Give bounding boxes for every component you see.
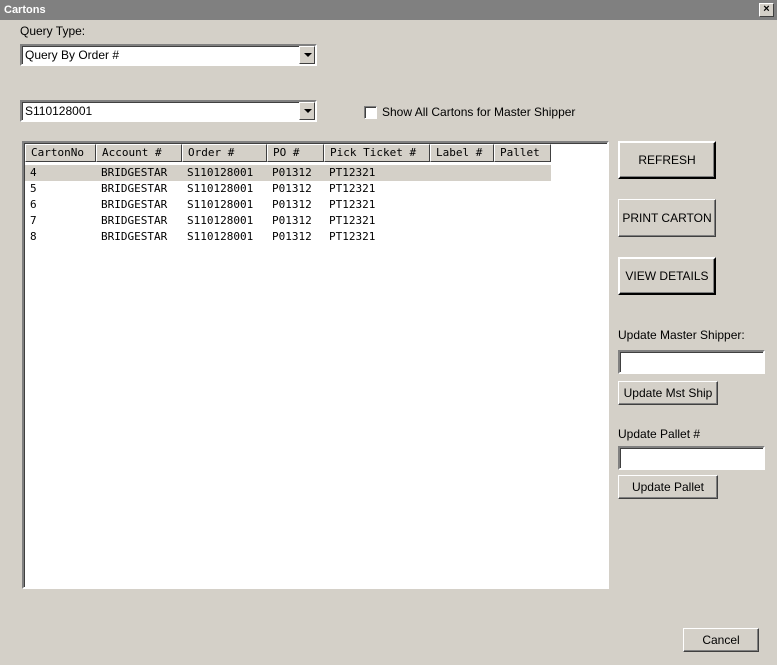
- window-titlebar: Cartons ×: [0, 0, 777, 20]
- cell-account: BRIDGESTAR: [101, 166, 168, 179]
- grid-header: CartonNo Account # Order # PO # Pick Tic…: [25, 144, 551, 162]
- cell-order: S110128001: [187, 182, 254, 195]
- query-type-select[interactable]: Query By Order #: [20, 44, 317, 66]
- col-header-label[interactable]: Label #: [430, 144, 494, 162]
- table-row[interactable]: 6 BRIDGESTAR S110128001 P01312 PT12321: [25, 197, 551, 213]
- cell-cartonno: 4: [30, 166, 37, 179]
- master-shipper-input[interactable]: [618, 350, 765, 374]
- update-mst-ship-button[interactable]: Update Mst Ship: [618, 381, 718, 405]
- cell-pick-ticket: PT12321: [329, 198, 376, 211]
- cartons-grid[interactable]: CartonNo Account # Order # PO # Pick Tic…: [22, 141, 609, 589]
- refresh-button[interactable]: REFRESH: [618, 141, 716, 179]
- col-header-pick-ticket[interactable]: Pick Ticket #: [324, 144, 430, 162]
- cell-account: BRIDGESTAR: [101, 198, 168, 211]
- view-details-button[interactable]: VIEW DETAILS: [618, 257, 716, 295]
- table-row[interactable]: 5 BRIDGESTAR S110128001 P01312 PT12321: [25, 181, 551, 197]
- cell-cartonno: 8: [30, 230, 37, 243]
- cell-pallet: [494, 181, 551, 197]
- cell-po: P01312: [272, 166, 312, 179]
- pallet-input[interactable]: [618, 446, 765, 470]
- show-all-checkbox[interactable]: [364, 106, 377, 119]
- order-value: S110128001: [25, 104, 93, 118]
- cell-po: P01312: [272, 214, 312, 227]
- window-title: Cartons: [4, 4, 46, 16]
- show-all-label[interactable]: Show All Cartons for Master Shipper: [382, 105, 575, 119]
- col-header-po[interactable]: PO #: [267, 144, 324, 162]
- cell-order: S110128001: [187, 230, 254, 243]
- cell-order: S110128001: [187, 198, 254, 211]
- cell-pick-ticket: PT12321: [329, 230, 376, 243]
- col-header-pallet[interactable]: Pallet: [494, 144, 551, 162]
- col-header-cartonno[interactable]: CartonNo: [25, 144, 96, 162]
- query-type-label: Query Type:: [20, 24, 86, 38]
- col-header-order[interactable]: Order #: [182, 144, 267, 162]
- cell-cartonno: 7: [30, 214, 37, 227]
- cell-label: [430, 165, 494, 181]
- chevron-down-icon[interactable]: [299, 102, 315, 120]
- query-type-value: Query By Order #: [25, 48, 120, 62]
- cell-label: [430, 197, 494, 213]
- cell-account: BRIDGESTAR: [101, 182, 168, 195]
- chevron-down-icon[interactable]: [299, 46, 315, 64]
- cell-account: BRIDGESTAR: [101, 214, 168, 227]
- cell-po: P01312: [272, 198, 312, 211]
- cell-label: [430, 229, 494, 245]
- cell-order: S110128001: [187, 166, 254, 179]
- cell-pick-ticket: PT12321: [329, 182, 376, 195]
- cell-pick-ticket: PT12321: [329, 166, 376, 179]
- cell-pallet: [494, 229, 551, 245]
- update-pallet-label: Update Pallet #: [618, 427, 701, 441]
- cell-po: P01312: [272, 182, 312, 195]
- order-select[interactable]: S110128001: [20, 100, 317, 122]
- cancel-button[interactable]: Cancel: [683, 628, 759, 652]
- print-carton-button[interactable]: PRINT CARTON: [618, 199, 716, 237]
- cell-pallet: [494, 165, 551, 181]
- cell-order: S110128001: [187, 214, 254, 227]
- update-pallet-button[interactable]: Update Pallet: [618, 475, 718, 499]
- cell-cartonno: 6: [30, 198, 37, 211]
- cell-cartonno: 5: [30, 182, 37, 195]
- cell-pick-ticket: PT12321: [329, 214, 376, 227]
- cell-label: [430, 181, 494, 197]
- table-row[interactable]: 7 BRIDGESTAR S110128001 P01312 PT12321: [25, 213, 551, 229]
- cell-pallet: [494, 197, 551, 213]
- table-row[interactable]: 8 BRIDGESTAR S110128001 P01312 PT12321: [25, 229, 551, 245]
- cell-po: P01312: [272, 230, 312, 243]
- cell-label: [430, 213, 494, 229]
- close-icon[interactable]: ×: [759, 3, 774, 17]
- update-master-shipper-label: Update Master Shipper:: [618, 328, 745, 342]
- cell-account: BRIDGESTAR: [101, 230, 168, 243]
- cell-pallet: [494, 213, 551, 229]
- table-row[interactable]: 4 BRIDGESTAR S110128001 P01312 PT12321: [25, 165, 551, 181]
- col-header-account[interactable]: Account #: [96, 144, 182, 162]
